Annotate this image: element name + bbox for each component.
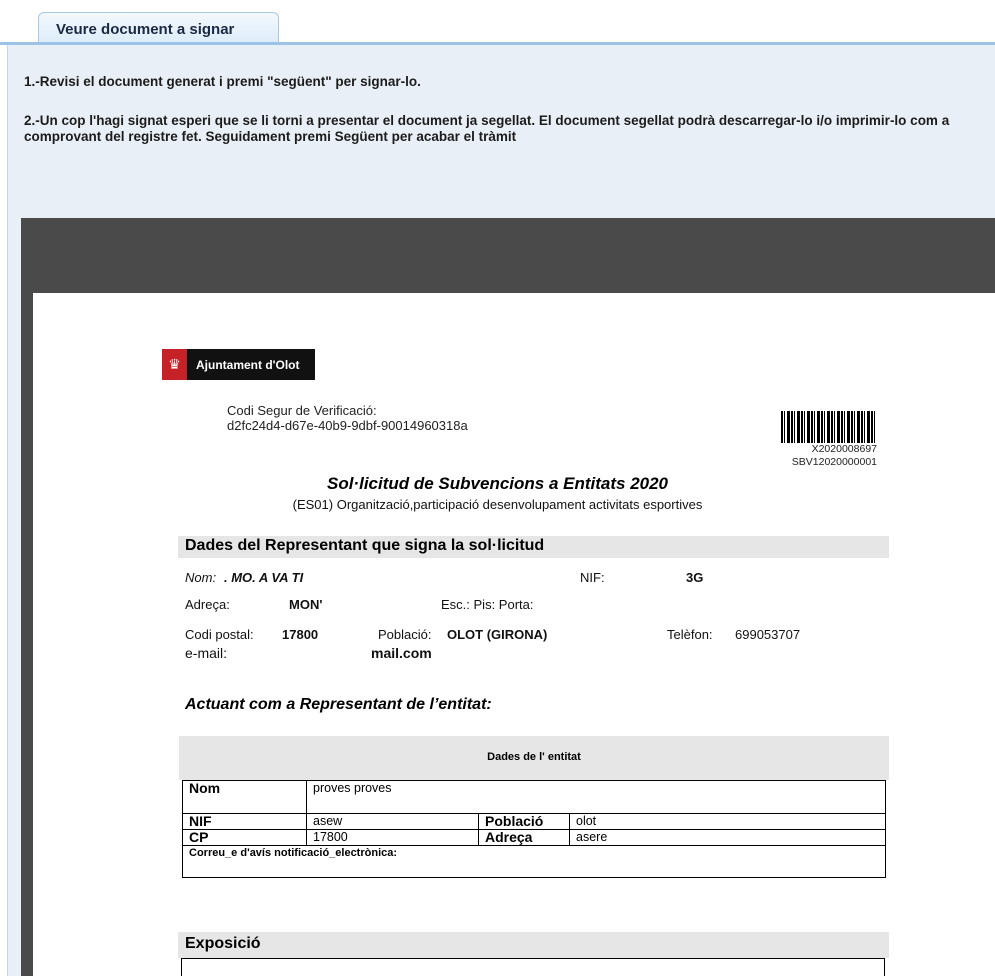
adreca-label: Adreça: [185,597,230,612]
barcode-icon [781,411,877,443]
exposicio-title: Exposició [185,935,261,952]
nom-value: . MO. A VA TI [224,570,304,585]
document-title: Sol·licitud de Subvencions a Entitats 20… [326,474,669,493]
nif-label: NIF: [580,570,605,585]
entitat-table: Nom proves proves NIF asew Població olot… [182,780,886,878]
entitat-correu-label: Correu_e d'avís notificació_electrònica: [182,845,886,878]
logo-text: Ajuntament d'Olot [196,357,300,372]
barcode-number-1: X2020008697 [811,443,877,455]
representant-section-title: Dades del Representant que signa la sol·… [185,537,545,554]
table-row: CP 17800 Adreça asere [182,829,886,846]
nif-value: 3G [686,570,704,585]
telefon-label: Telèfon: [667,627,713,642]
tab-bar: Veure document a signar [0,0,995,45]
exposicio-section-bar [178,932,889,958]
entitat-cp-value: 17800 [306,829,479,846]
entitat-nom-label: Nom [182,780,307,814]
entitat-poblacio-value: olot [569,813,886,830]
csv-label: Codi Segur de Verificació: [227,403,377,418]
coat-of-arms-icon: ♛ [162,349,187,380]
ajuntament-logo: ♛ Ajuntament d'Olot [162,349,315,380]
table-row: Nom proves proves [182,780,886,814]
entitat-cp-label: CP [182,829,307,846]
tab-view-document[interactable]: Veure document a signar [38,12,279,45]
email-label: e-mail: [185,645,228,661]
entitat-poblacio-label: Població [478,813,570,830]
telefon-value: 699053707 [735,627,801,642]
poblacio-label: Població: [378,627,432,642]
nom-label: Nom: [185,570,217,585]
document-subtitle: (ES01) Organització,participació desenvo… [292,497,703,512]
instruction-step-2: 2.-Un cop l'hagi signat esperi que se li… [24,113,950,144]
codi-postal-label: Codi postal: [185,627,254,642]
email-value: mail.com [371,645,432,661]
entitat-nif-value: asew [306,813,479,830]
entitat-nif-label: NIF [182,813,307,830]
esc-pis-porta-label: Esc.: Pis: Porta: [441,597,534,612]
poblacio-value: OLOT (GIRONA) [447,627,548,642]
csv-code: d2fc24d4-d67e-40b9-9dbf-90014960318a [227,418,468,433]
entitat-adreca-label: Adreça [478,829,570,846]
exposicio-box [181,958,885,976]
barcode-number-2: SBV12020000001 [791,456,877,468]
entitat-title: Dades de l' entitat [487,751,581,763]
actuant-heading: Actuant com a Representant de l’entitat: [185,696,492,713]
table-row: NIF asew Població olot [182,813,886,830]
entitat-adreca-value: asere [569,829,886,846]
entitat-nom-value: proves proves [306,780,886,814]
table-row: Correu_e d'avís notificació_electrònica: [182,845,886,878]
adreca-value: MON' [289,597,323,612]
verification-code: Codi Segur de Verificació: d2fc24d4-d67e… [227,403,468,433]
instruction-step-1: 1.-Revisi el document generat i premi "s… [24,74,421,89]
codi-postal-value: 17800 [282,627,319,642]
